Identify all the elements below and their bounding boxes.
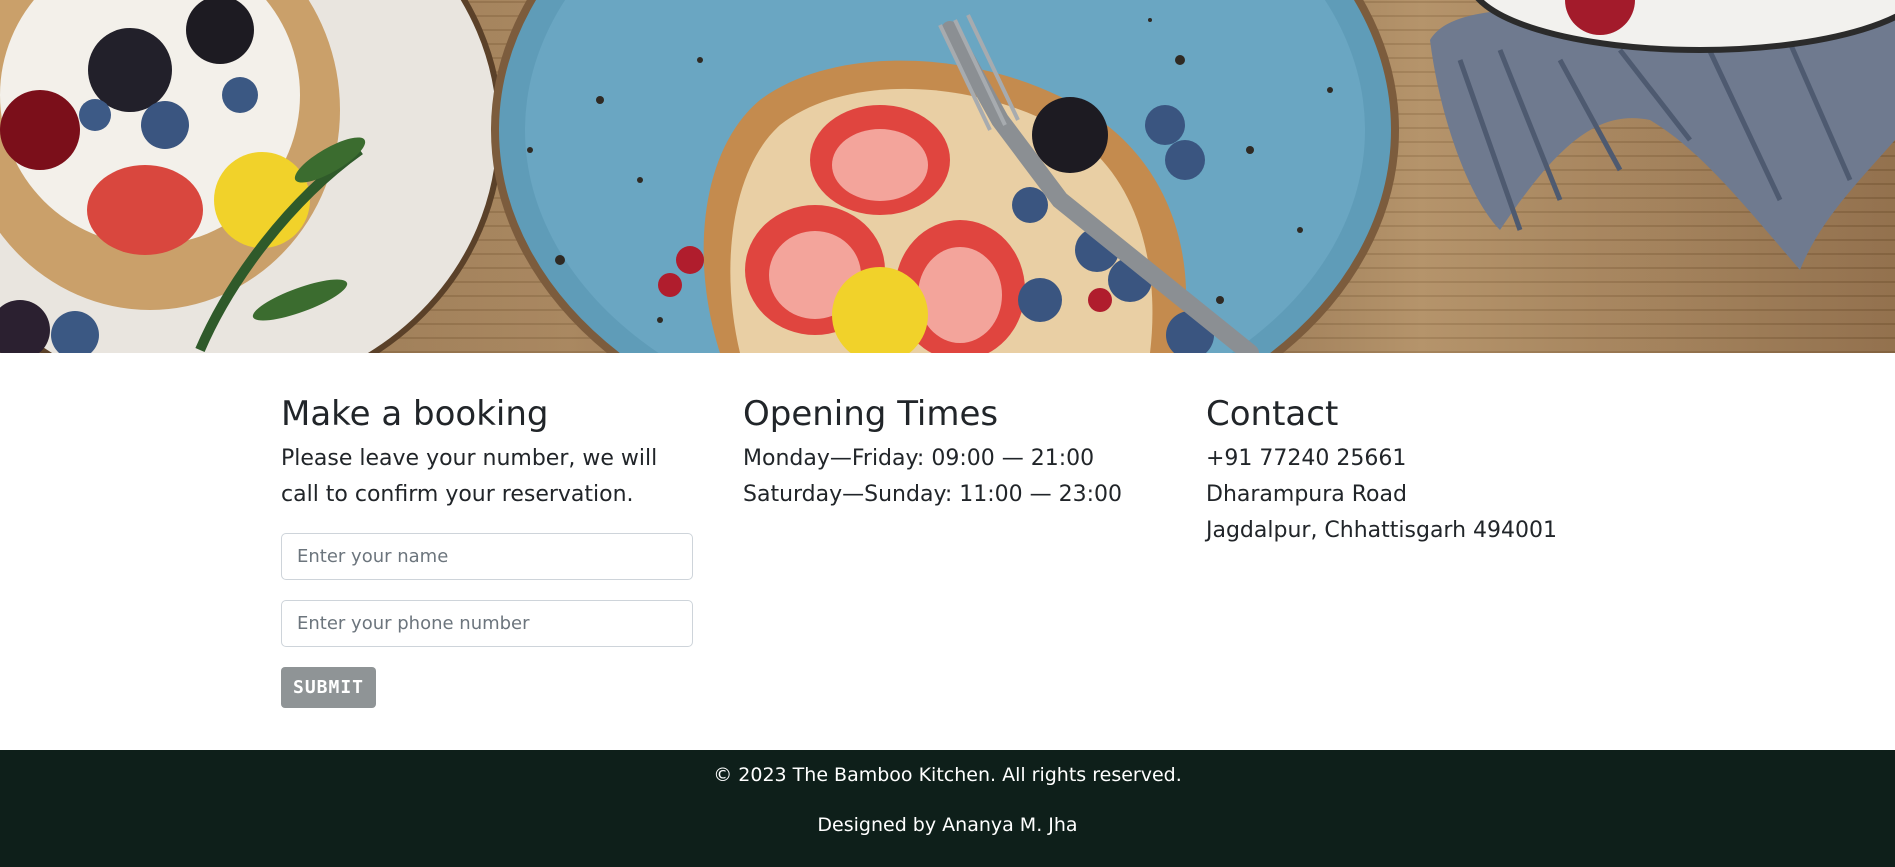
opening-times-list: Monday—Friday: 09:00 — 21:00 Saturday—Su…	[743, 441, 1163, 513]
booking-title: Make a booking	[281, 394, 549, 434]
footer: © 2023 The Bamboo Kitchen. All rights re…	[0, 750, 1895, 867]
phone-input[interactable]	[281, 600, 693, 647]
submit-button[interactable]: SUBMIT	[281, 667, 377, 708]
booking-column: Make a booking Please leave your number,…	[281, 393, 693, 708]
contact-street: Dharampura Road	[1206, 482, 1407, 507]
contact-column: Contact +91 77240 25661 Dharampura Road …	[1206, 393, 1626, 549]
opening-times-column: Opening Times Monday—Friday: 09:00 — 21:…	[743, 393, 1163, 513]
booking-description: Please leave your number, we will call t…	[281, 446, 658, 507]
contact-details: +91 77240 25661 Dharampura Road Jagdalpu…	[1206, 441, 1626, 549]
contact-city: Jagdalpur, Chhattisgarh 494001	[1206, 518, 1558, 543]
info-section: Make a booking Please leave your number,…	[0, 353, 1895, 750]
name-input[interactable]	[281, 533, 693, 580]
hero-illustration	[0, 0, 1895, 353]
hero-image	[0, 0, 1895, 353]
footer-designer: Designed by Ananya M. Jha	[817, 814, 1078, 836]
footer-copyright: © 2023 The Bamboo Kitchen. All rights re…	[713, 764, 1182, 786]
contact-phone: +91 77240 25661	[1206, 446, 1407, 471]
opening-times-weekend: Saturday—Sunday: 11:00 — 23:00	[743, 482, 1123, 507]
contact-title: Contact	[1206, 394, 1339, 434]
opening-times-weekday: Monday—Friday: 09:00 — 21:00	[743, 446, 1095, 471]
opening-times-title: Opening Times	[743, 394, 999, 434]
